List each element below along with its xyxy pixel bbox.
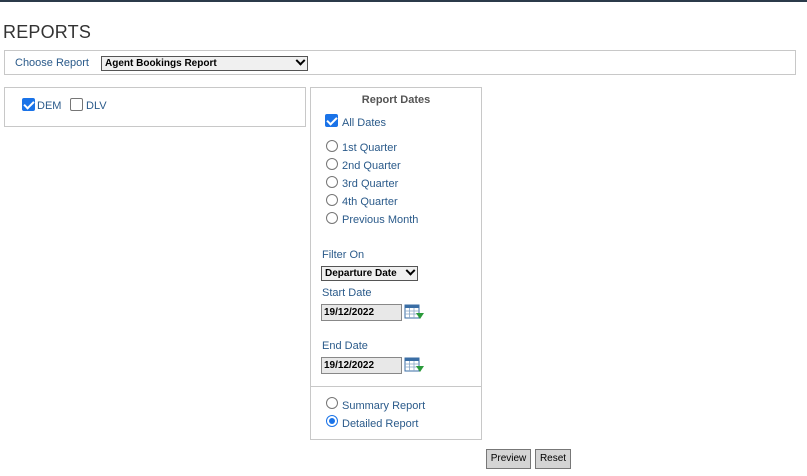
calendar-icon[interactable] [404,304,424,321]
choose-report-label: Choose Report [15,57,89,69]
end-date-label: End Date [322,340,368,352]
radio-detailed-report[interactable] [326,415,338,427]
label-4th-quarter: 4th Quarter [342,196,398,208]
all-dates-checkbox[interactable] [325,114,338,127]
report-dates-title: Report Dates [361,94,431,106]
label-2nd-quarter: 2nd Quarter [342,160,401,172]
radio-summary-report[interactable] [326,397,338,409]
dem-label: DEM [37,100,62,112]
report-select-value: Agent Bookings Report [105,58,217,69]
start-date-input[interactable]: 19/12/2022 [321,304,402,321]
preview-button[interactable]: Preview [486,449,531,469]
choose-report-panel: Choose Report Agent Bookings Report [4,50,796,75]
label-1st-quarter: 1st Quarter [342,142,398,154]
calendar-icon[interactable] [404,357,424,374]
radio-1st-quarter[interactable] [326,140,338,152]
radio-previous-month[interactable] [326,212,338,224]
reset-button[interactable]: Reset [535,449,571,469]
dlv-checkbox[interactable] [70,98,83,111]
end-date-input[interactable]: 19/12/2022 [321,357,402,374]
company-panel: DEM DLV [4,87,306,127]
top-bar [0,0,807,2]
filter-on-label: Filter On [322,249,365,261]
report-select[interactable]: Agent Bookings Report [101,55,308,71]
filter-on-value: Departure Date [325,268,397,279]
label-previous-month: Previous Month [342,214,419,226]
dem-checkbox[interactable] [22,98,35,111]
label-summary-report: Summary Report [342,400,426,412]
divider [311,386,481,387]
all-dates-label: All Dates [342,117,387,129]
radio-4th-quarter[interactable] [326,194,338,206]
chevron-down-icon [295,55,306,66]
page-title: REPORTS [3,22,92,42]
filter-on-select[interactable]: Departure Date [321,265,418,281]
start-date-label: Start Date [322,287,372,299]
chevron-down-icon [405,265,416,276]
label-detailed-report: Detailed Report [342,418,419,430]
label-3rd-quarter: 3rd Quarter [342,178,399,190]
dlv-label: DLV [86,100,107,112]
radio-2nd-quarter[interactable] [326,158,338,170]
report-dates-panel: Report Dates All Dates 1st Quarter 2nd Q… [310,87,482,440]
radio-3rd-quarter[interactable] [326,176,338,188]
